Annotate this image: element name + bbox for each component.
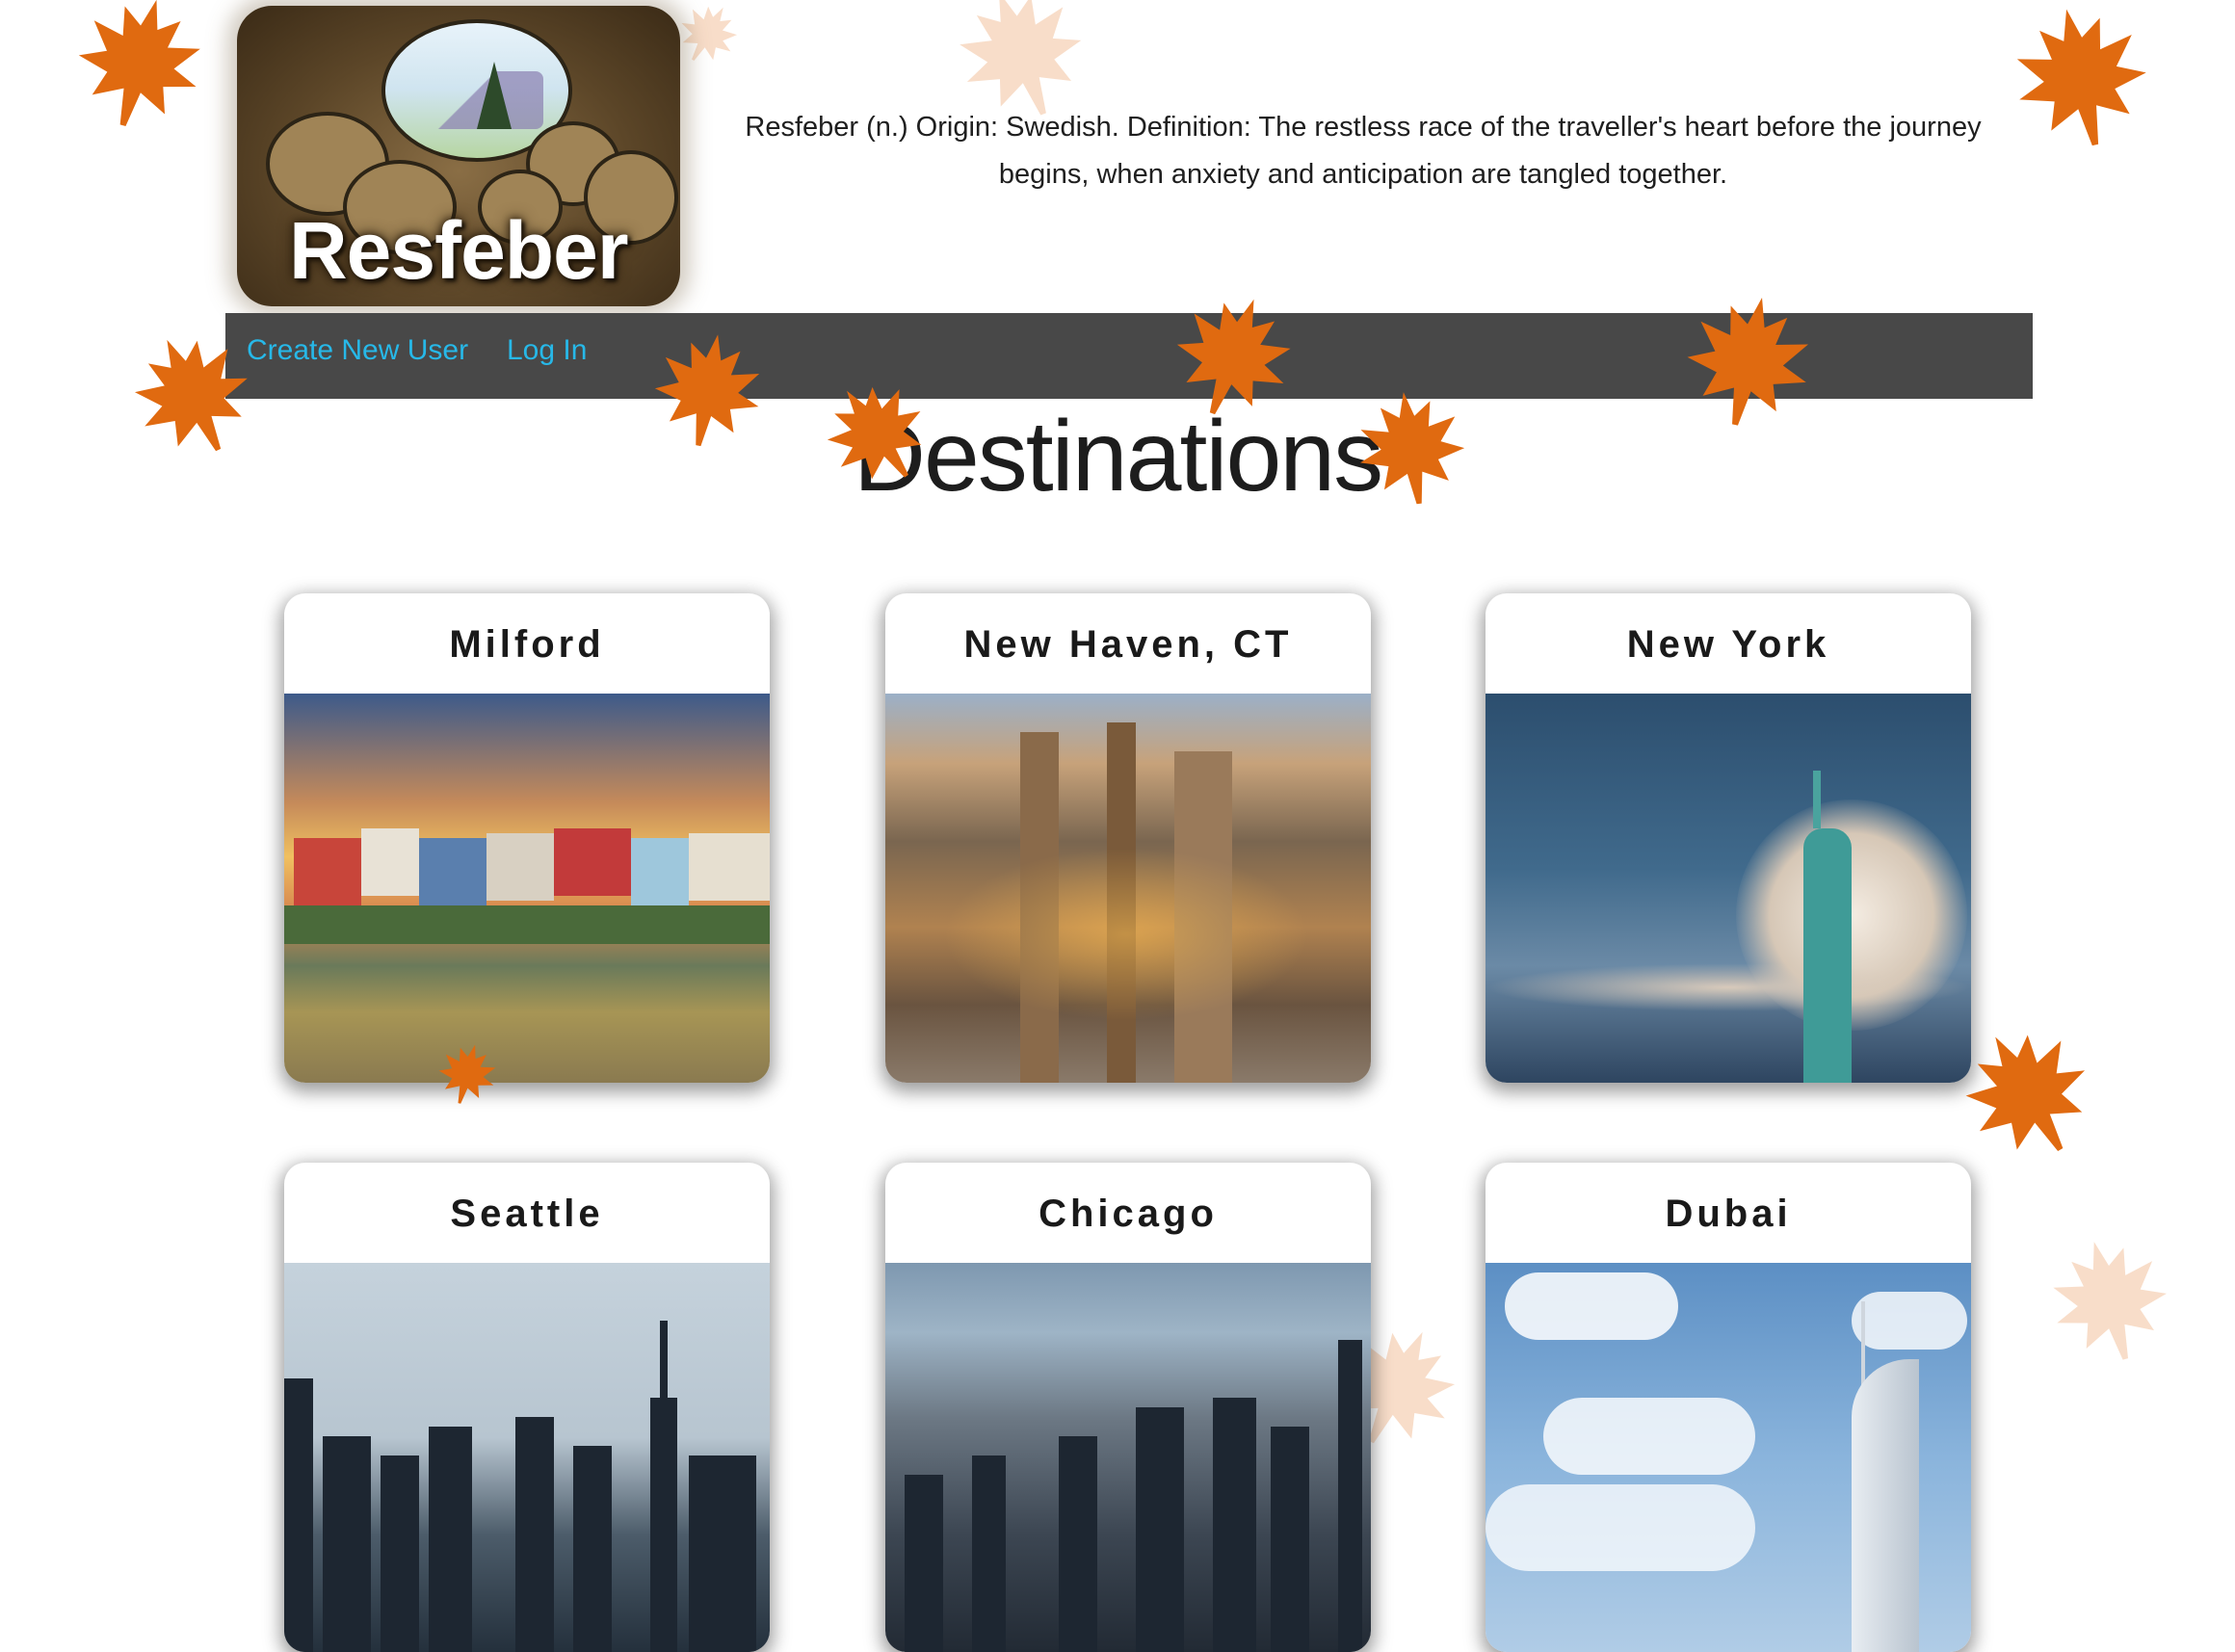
logo-text: Resfeber [289,205,629,296]
destination-name: Dubai [1665,1193,1792,1235]
destination-image [885,694,1371,1083]
destination-name: New Haven, CT [963,623,1293,666]
maple-leaf-icon [2027,1218,2192,1382]
destination-card-new-haven[interactable]: New Haven, CT [885,593,1371,1083]
destination-card-new-york[interactable]: New York [1486,593,1971,1083]
destination-card-milford[interactable]: Milford [284,593,770,1083]
destination-image [1486,694,1971,1083]
destination-card-chicago[interactable]: Chicago [885,1163,1371,1652]
site-tagline: Resfeber (n.) Origin: Swedish. Definitio… [745,112,1982,190]
page-title: Destinations [853,401,1383,512]
destination-card-dubai[interactable]: Dubai [1486,1163,1971,1652]
maple-leaf-icon [51,0,228,151]
destination-image [1486,1263,1971,1652]
destination-name: Milford [449,623,605,666]
log-in-link[interactable]: Log In [507,334,587,367]
create-new-user-link[interactable]: Create New User [247,334,468,367]
destination-name: Seattle [450,1193,604,1235]
destination-name: Chicago [1039,1193,1218,1235]
destination-name: New York [1626,623,1830,666]
destination-card-seattle[interactable]: Seattle [284,1163,770,1652]
navbar: Create New User Log In [225,313,2033,399]
destination-image [284,1263,770,1652]
destination-image [284,694,770,1083]
destination-image [885,1263,1371,1652]
